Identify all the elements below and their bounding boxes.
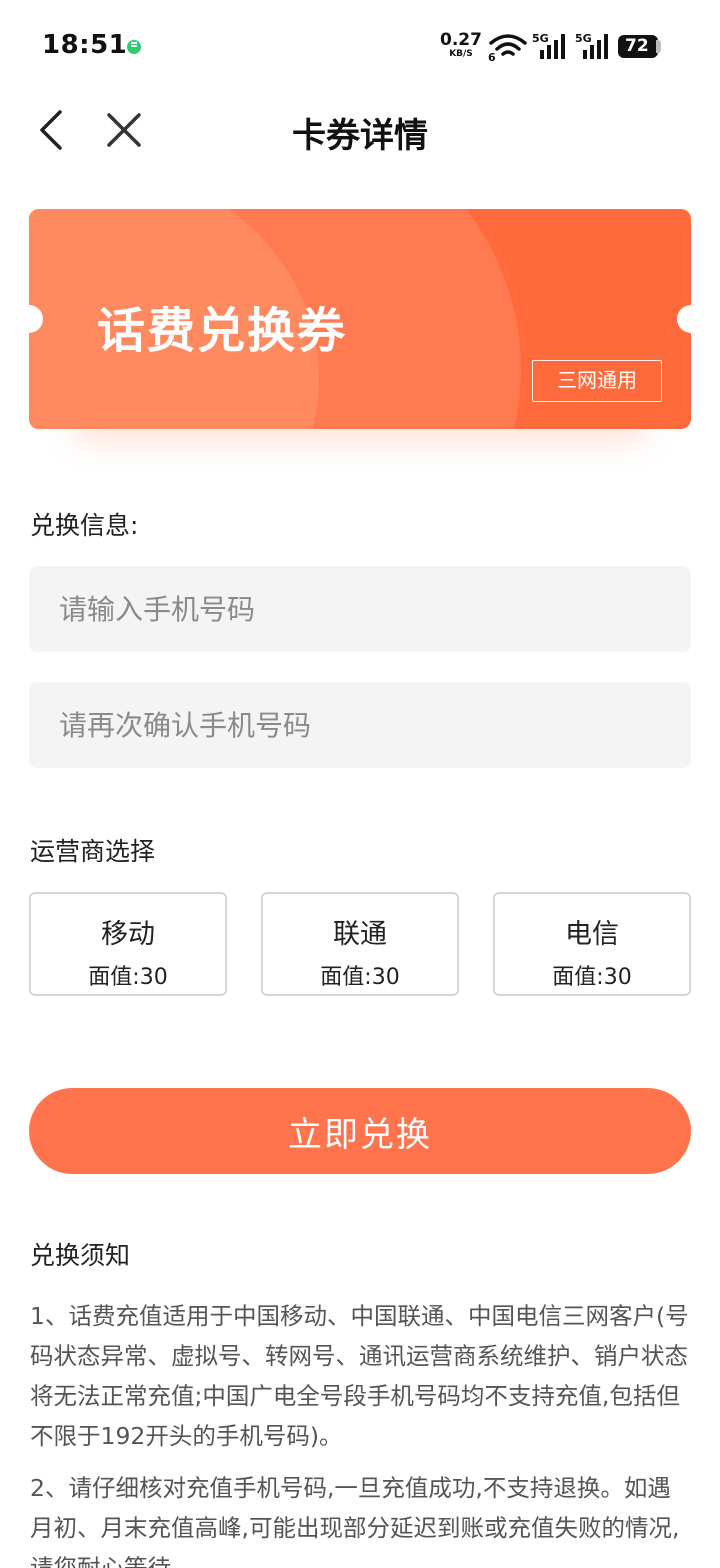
phone-confirm-input[interactable] [29,682,691,768]
carrier-option-telecom[interactable]: 电信 面值:30 [493,892,691,996]
chevron-left-icon [40,110,62,150]
notice-item: 1、话费充值适用于中国移动、中国联通、中国电信三网客户(号码状态异常、虚拟号、转… [30,1302,689,1450]
battery-icon: 72 [618,35,658,58]
signal-sim2-icon: 5G [575,32,608,59]
carrier-face-value: 面值:30 [320,965,400,990]
status-time: 18:51 [42,30,128,60]
status-bar: 18:51 0.27 KB/S 6 5G 5G 72 [0,0,720,92]
coupon-title: 话费兑换券 [97,303,348,359]
close-button[interactable] [102,108,146,152]
back-button[interactable] [30,106,74,154]
network-speed: 0.27 KB/S [440,32,482,59]
notice-item: 2、请仔细核对充值手机号码,一旦充值成功,不支持退换。如遇月初、月末充值高峰,可… [30,1474,680,1568]
carrier-name: 移动 [101,919,155,950]
notice-title: 兑换须知 [30,1241,131,1270]
sim1-label: 5G [532,32,549,45]
carrier-option-unicom[interactable]: 联通 面值:30 [261,892,459,996]
wifi-badge: 6 [488,51,496,62]
battery-cap [656,40,661,53]
coupon-tag: 三网通用 [532,360,662,402]
phone-input[interactable] [29,566,691,652]
carrier-name: 电信 [565,919,619,950]
close-icon [107,113,141,147]
signal-sim1-icon: 5G [532,32,565,59]
carrier-name: 联通 [333,919,387,950]
carrier-option-mobile[interactable]: 移动 面值:30 [29,892,227,996]
redeem-now-button[interactable]: 立即兑换 [29,1088,691,1174]
carrier-face-value: 面值:30 [88,965,168,990]
network-speed-value: 0.27 [440,30,482,50]
carrier-select-label: 运营商选择 [30,837,156,866]
wifi-icon: 6 [488,34,527,62]
coupon-card: 话费兑换券 三网通用 [29,209,691,429]
sim2-label: 5G [575,32,592,45]
network-speed-unit: KB/S [449,49,473,59]
battery-level: 72 [625,36,649,56]
exchange-info-label: 兑换信息: [30,511,139,540]
chat-notification-icon [127,40,141,54]
carrier-face-value: 面值:30 [552,965,632,990]
card-notch-right [677,305,691,333]
